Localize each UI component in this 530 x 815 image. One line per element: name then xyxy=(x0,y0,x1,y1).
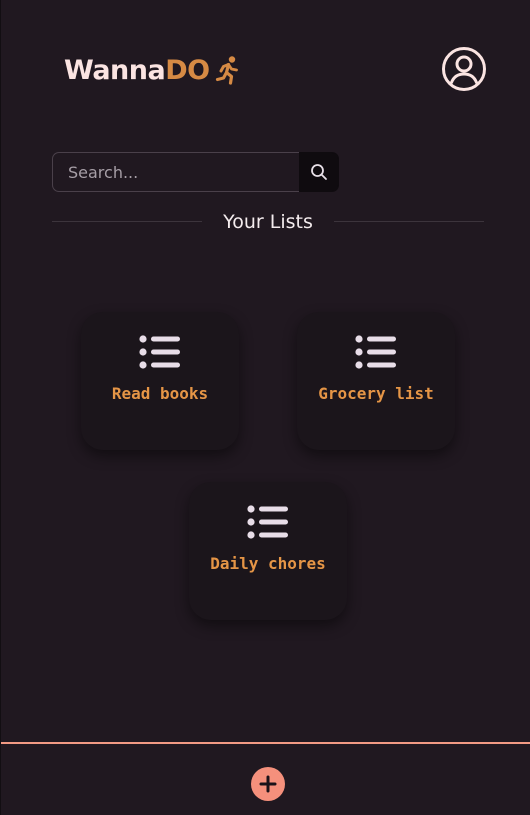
footer-divider xyxy=(1,742,530,744)
list-card-grocery-list[interactable]: Grocery list xyxy=(297,312,455,450)
lists-section-header: Your Lists xyxy=(52,208,484,236)
list-card-label: Grocery list xyxy=(318,384,434,403)
plus-icon xyxy=(259,775,277,793)
profile-button[interactable] xyxy=(441,46,487,92)
list-card-daily-chores[interactable]: Daily chores xyxy=(189,482,347,620)
add-list-button[interactable] xyxy=(251,767,285,801)
logo-text-do: DO xyxy=(165,54,210,86)
list-icon xyxy=(139,335,180,369)
list-card-label: Daily chores xyxy=(210,554,326,573)
search-input[interactable] xyxy=(52,152,299,192)
list-icon xyxy=(247,505,288,539)
search-icon xyxy=(311,164,327,180)
list-card-read-books[interactable]: Read books xyxy=(81,312,239,450)
list-icon xyxy=(355,335,396,369)
user-circle-icon xyxy=(442,47,486,91)
app-frame: WannaDO Your Lists xyxy=(0,0,530,815)
search-button[interactable] xyxy=(299,152,339,192)
running-person-icon xyxy=(215,56,238,85)
list-card-label: Read books xyxy=(111,384,209,403)
divider-left xyxy=(52,221,202,222)
search-bar xyxy=(52,152,339,192)
divider-right xyxy=(334,221,484,222)
section-title: Your Lists xyxy=(223,211,313,233)
logo-text-wanna: Wanna xyxy=(64,54,166,86)
app-logo: Wanna DO xyxy=(64,52,241,88)
